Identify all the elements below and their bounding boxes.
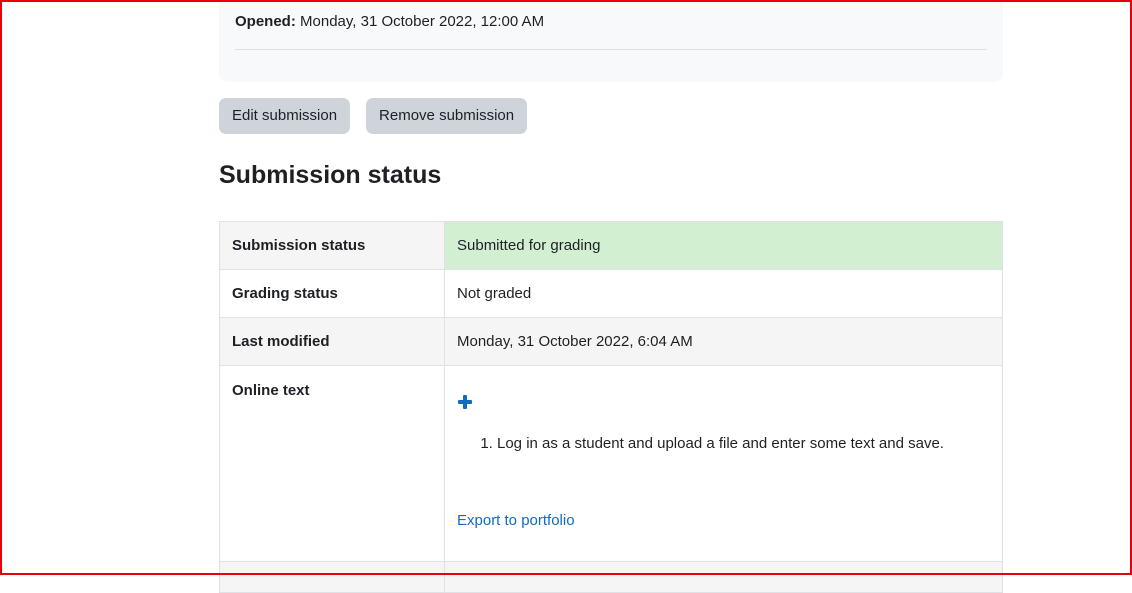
table-row: Online text Log in as a student and uplo…: [219, 365, 1003, 562]
last-modified-label: Last modified: [219, 317, 445, 366]
table-row: Last modified Monday, 31 October 2022, 6…: [219, 317, 1003, 366]
online-text-key-cell: Online text: [219, 365, 445, 562]
submission-status-value: Submitted for grading: [444, 221, 1003, 270]
online-text-list: Log in as a student and upload a file an…: [457, 434, 944, 454]
online-text-label: Online text: [232, 382, 310, 399]
submission-status-label: Submission status: [219, 221, 445, 270]
export-to-portfolio-link[interactable]: Export to portfolio: [457, 511, 575, 531]
online-text-cell: Log in as a student and upload a file an…: [444, 365, 1003, 562]
activity-dates-card: Opened: Monday, 31 October 2022, 12:00 A…: [219, 0, 1003, 82]
plus-icon[interactable]: [457, 394, 473, 410]
date-card-divider: [235, 49, 987, 50]
section-title: Submission status: [219, 161, 442, 189]
opened-label: Opened:: [235, 13, 296, 30]
grading-status-label: Grading status: [219, 269, 445, 318]
table-cell: [444, 561, 1003, 593]
opened-date: Opened: Monday, 31 October 2022, 12:00 A…: [235, 13, 544, 31]
opened-value: Monday, 31 October 2022, 12:00 AM: [300, 13, 545, 30]
edit-submission-button[interactable]: Edit submission: [219, 98, 351, 134]
table-cell: [219, 561, 445, 593]
table-row: Submission status Submitted for grading: [219, 221, 1003, 270]
remove-submission-button[interactable]: Remove submission: [366, 98, 528, 134]
last-modified-value: Monday, 31 October 2022, 6:04 AM: [444, 317, 1003, 366]
grading-status-value: Not graded: [444, 269, 1003, 318]
submission-status-table: Submission status Submitted for grading …: [219, 221, 1003, 593]
table-row: Grading status Not graded: [219, 269, 1003, 318]
table-row: [219, 561, 1003, 593]
list-item: Log in as a student and upload a file an…: [497, 434, 944, 454]
submission-actions: Edit submission Remove submission: [219, 98, 528, 134]
